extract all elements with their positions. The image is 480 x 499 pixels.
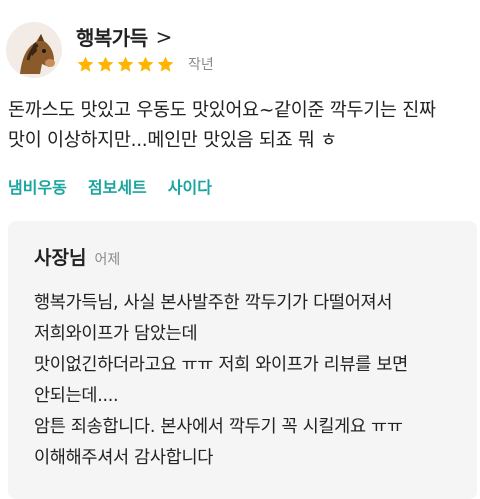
owner-reply-line: 이해해주셔서 감사합니다 [34,448,214,468]
owner-reply-line: 행복가득님, 사실 본사발주한 깍두기가 다떨어져서 [34,293,393,313]
review-avatar[interactable] [6,22,62,78]
review-author[interactable]: 행복가득 > [76,22,172,51]
menu-tag[interactable]: 냄비우동 [8,174,67,198]
owner-reply-line: 맛이없긴하더라고요 ㅠㅠ 저희 와이프가 리뷰를 보면 [34,355,408,375]
review-text-line: 돈까스도 맛있고 우동도 맛있어요~같이준 깍두기는 진짜 [8,100,436,121]
chevron-right-icon: > [155,24,173,49]
review-rating: 작년 [76,54,214,74]
owner-reply-header: 사장님 어제 [34,243,120,270]
menu-tag[interactable]: 점보세트 [88,174,147,198]
menu-tag[interactable]: 사이다 [168,174,212,198]
owner-reply-box: 사장님 어제 행복가득님, 사실 본사발주한 깍두기가 다떨어져서 저희와이프가… [8,221,477,499]
star-icon [157,56,174,72]
star-icon [97,56,114,72]
star-icon [117,56,134,72]
review-time: 작년 [188,57,214,73]
horse-avatar-icon [20,34,55,74]
owner-label: 사장님 [34,247,87,269]
review-menu-tags: 냄비우동 점보세트 사이다 [8,174,212,198]
owner-reply-line: 암튼 죄송합니다. 본사에서 깍두기 꼭 시킬게요 ㅠㅠ [34,417,403,437]
owner-reply-line: 안되는데.... [34,386,119,406]
star-icon [77,56,94,72]
star-icon [137,56,154,72]
owner-reply-text: 행복가득님, 사실 본사발주한 깍두기가 다떨어져서 저희와이프가 담았는데 맛… [34,288,461,474]
owner-reply-time: 어제 [94,252,121,268]
review-text: 돈까스도 맛있고 우동도 맛있어요~같이준 깍두기는 진짜 맛이 이상하지만..… [8,96,472,156]
review-text-line: 맛이 이상하지만...메인만 맛있음 되죠 뭐 ㅎ [8,130,337,151]
owner-reply-line: 저희와이프가 담았는데 [34,324,198,344]
review-author-name: 행복가득 [76,26,148,50]
